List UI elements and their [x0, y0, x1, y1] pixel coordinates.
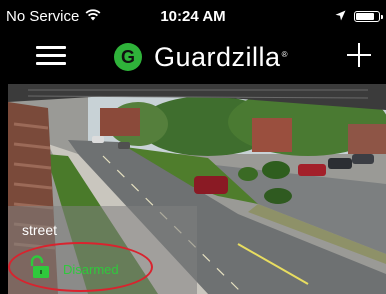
unlocked-padlock-icon[interactable]: [28, 255, 50, 284]
logo-letter: G: [120, 46, 135, 67]
location-arrow-icon: [335, 8, 346, 25]
menu-button[interactable]: [36, 44, 66, 68]
status-time: 10:24 AM: [160, 8, 226, 25]
camera-name: street: [22, 222, 58, 238]
battery-fill: [356, 13, 374, 20]
camera-info-overlay: street Disarmed: [8, 206, 197, 294]
add-camera-button[interactable]: [346, 42, 372, 68]
brand-name: Guardzilla: [154, 41, 281, 72]
status-bar: No Service 10:24 AM: [0, 0, 386, 32]
battery-icon: [354, 11, 383, 22]
status-right-group: [335, 8, 383, 25]
brand: G Guardzilla ®: [114, 40, 287, 74]
registered-mark: ®: [281, 50, 288, 59]
nav-bar: G Guardzilla ®: [0, 32, 386, 82]
guardzilla-logo-icon: G: [114, 43, 142, 71]
arm-status-label[interactable]: Disarmed: [63, 262, 119, 277]
